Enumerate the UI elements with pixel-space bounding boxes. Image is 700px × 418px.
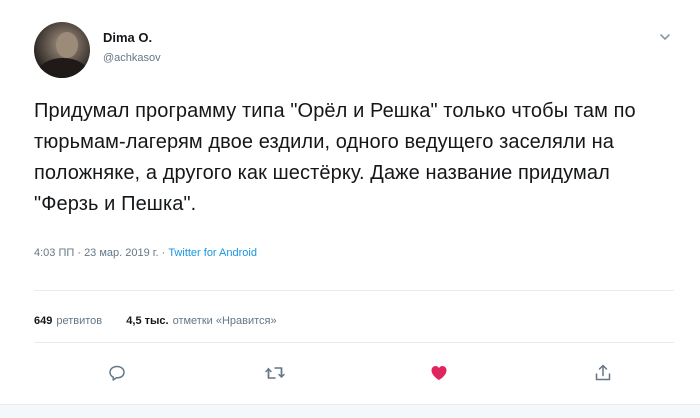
user-handle[interactable]: @achkasov (103, 52, 161, 64)
retweets-count: 649 (34, 315, 53, 327)
tweet-stats: 649 ретвитов 4,5 тыс. отметки «Нравится» (34, 315, 277, 327)
avatar-face (56, 32, 78, 58)
like-button[interactable] (424, 358, 454, 388)
likes-stat[interactable]: 4,5 тыс. отметки «Нравится» (126, 315, 276, 327)
tweet-time[interactable]: 4:03 ПП (34, 247, 74, 259)
share-button[interactable] (588, 358, 618, 388)
retweets-stat[interactable]: 649 ретвитов (34, 315, 102, 327)
heart-icon (431, 366, 447, 380)
meta-separator: · (158, 247, 169, 259)
user-name[interactable]: Dima O. (103, 30, 152, 45)
retweet-button[interactable] (260, 358, 290, 388)
divider (34, 290, 674, 291)
reply-button[interactable] (102, 358, 132, 388)
tweet-card: Dima O. @achkasov Придумал программу тип… (0, 0, 700, 418)
tweet-text: Придумал программу типа "Орёл и Решка" т… (34, 100, 636, 215)
likes-count: 4,5 тыс. (126, 315, 169, 327)
chevron-down-icon-svg (660, 34, 670, 40)
retweets-label: ретвитов (56, 315, 103, 327)
divider (34, 342, 674, 343)
tweet-meta: 4:03 ПП · 23 мар. 2019 г. · Twitter for … (34, 247, 257, 259)
retweet-icon (265, 367, 285, 379)
avatar[interactable] (34, 22, 90, 78)
chevron-down-icon[interactable] (656, 30, 674, 48)
tweet-actions (0, 358, 700, 388)
share-icon (595, 364, 611, 381)
reply-icon (109, 365, 125, 381)
avatar-shoulders (38, 58, 88, 78)
tweet-date[interactable]: 23 мар. 2019 г. (84, 247, 158, 259)
card-bottom-edge (0, 404, 700, 418)
likes-label: отметки «Нравится» (172, 315, 277, 327)
tweet-source-link[interactable]: Twitter for Android (168, 247, 257, 259)
meta-separator: · (74, 247, 85, 259)
